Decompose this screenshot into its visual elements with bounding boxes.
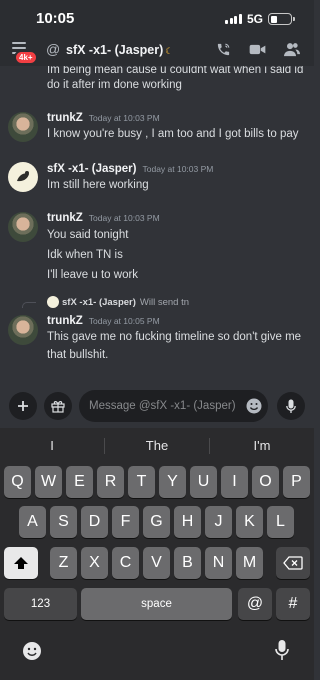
message-header: sfX -x1- (Jasper) Today at 10:03 PM xyxy=(47,163,213,175)
key-o[interactable]: O xyxy=(252,466,279,498)
reply-connector xyxy=(22,302,36,308)
message-timestamp: Today at 10:03 PM xyxy=(88,113,160,123)
at-icon: @ xyxy=(46,41,61,57)
backspace-icon xyxy=(283,556,303,570)
key-c[interactable]: C xyxy=(112,547,139,579)
key-t[interactable]: T xyxy=(128,466,155,498)
key-q[interactable]: Q xyxy=(4,466,31,498)
notification-badge: 4k+ xyxy=(14,50,38,65)
voice-call-icon[interactable] xyxy=(216,42,231,57)
numbers-key[interactable]: 123 xyxy=(4,588,77,620)
avatar[interactable] xyxy=(8,112,38,142)
gift-button[interactable] xyxy=(44,392,72,420)
message-text: Im still here working xyxy=(47,179,149,191)
space-key[interactable]: space xyxy=(81,588,232,620)
avatar[interactable] xyxy=(8,212,38,242)
predictive-suggestions: I The I'm xyxy=(0,434,314,458)
key-h[interactable]: H xyxy=(174,506,201,538)
network-type: 5G xyxy=(246,12,263,26)
key-u[interactable]: U xyxy=(190,466,217,498)
suggestion[interactable]: I'm xyxy=(210,434,314,458)
avatar[interactable] xyxy=(8,315,38,345)
message-author[interactable]: trunkZ xyxy=(47,212,83,224)
emoji-keyboard-icon[interactable] xyxy=(22,641,42,661)
key-w[interactable]: W xyxy=(35,466,62,498)
message-text: I know you're busy , I am too and I got … xyxy=(47,128,299,140)
member-list-icon[interactable] xyxy=(284,42,300,57)
message-list[interactable]: Im being mean cause u couldnt wait when … xyxy=(0,66,314,384)
add-attachment-button[interactable] xyxy=(9,392,37,420)
hash-key[interactable]: # xyxy=(276,588,310,620)
message-text: You said tonight xyxy=(47,229,129,241)
message-timestamp: Today at 10:03 PM xyxy=(88,213,160,223)
key-e[interactable]: E xyxy=(66,466,93,498)
key-n[interactable]: N xyxy=(205,547,232,579)
reply-avatar xyxy=(47,296,59,308)
shift-icon xyxy=(14,557,28,569)
reply-text: Will send tn xyxy=(139,297,190,308)
status-time: 10:05 xyxy=(36,10,75,27)
key-g[interactable]: G xyxy=(143,506,170,538)
key-p[interactable]: P xyxy=(283,466,310,498)
suggestion[interactable]: I xyxy=(0,434,104,458)
suggestion[interactable]: The xyxy=(105,434,209,458)
microphone-icon xyxy=(286,399,296,413)
gift-icon xyxy=(51,400,65,413)
status-indicators: 5G xyxy=(225,12,295,26)
key-j[interactable]: J xyxy=(205,506,232,538)
message-text: that bullshit. xyxy=(47,349,109,361)
header-actions xyxy=(216,42,300,57)
message-input[interactable] xyxy=(79,390,268,422)
composer-bar xyxy=(0,384,314,428)
message-header: trunkZ Today at 10:05 PM xyxy=(47,315,160,327)
voice-message-button[interactable] xyxy=(277,392,305,420)
emoji-icon[interactable] xyxy=(246,398,262,414)
video-call-icon[interactable] xyxy=(249,42,266,57)
dictation-microphone-icon[interactable] xyxy=(275,639,289,661)
message-text: This gave me no fucking timeline so don'… xyxy=(47,331,302,343)
message-header: trunkZ Today at 10:03 PM xyxy=(47,212,160,224)
on-screen-keyboard: I The I'm Q W E R T Y U I O P A S D F G … xyxy=(0,428,314,680)
key-f[interactable]: F xyxy=(112,506,139,538)
key-d[interactable]: D xyxy=(81,506,108,538)
message-text: Im being mean cause u couldnt wait when … xyxy=(47,66,304,76)
message-text: I'll leave u to work xyxy=(47,269,139,281)
backspace-key[interactable] xyxy=(276,547,310,579)
message-text: do it after im done working xyxy=(47,79,182,91)
message-timestamp: Today at 10:05 PM xyxy=(88,316,160,326)
key-l[interactable]: L xyxy=(267,506,294,538)
key-s[interactable]: S xyxy=(50,506,77,538)
message-author[interactable]: sfX -x1- (Jasper) xyxy=(47,163,136,175)
channel-title[interactable]: sfX -x1- (Jasper) ☾ xyxy=(66,43,173,57)
message-text: Idk when TN is xyxy=(47,249,123,261)
reply-preview[interactable]: sfX -x1- (Jasper) Will send tn xyxy=(62,297,189,308)
key-x[interactable]: X xyxy=(81,547,108,579)
key-k[interactable]: K xyxy=(236,506,263,538)
key-r[interactable]: R xyxy=(97,466,124,498)
at-key[interactable]: @ xyxy=(238,588,272,620)
message-timestamp: Today at 10:03 PM xyxy=(142,164,214,174)
key-m[interactable]: M xyxy=(236,547,263,579)
battery-icon xyxy=(268,13,295,25)
key-b[interactable]: B xyxy=(174,547,201,579)
message-author[interactable]: trunkZ xyxy=(47,112,83,124)
key-i[interactable]: I xyxy=(221,466,248,498)
shift-key[interactable] xyxy=(4,547,38,579)
status-bar: 10:05 5G xyxy=(0,0,314,34)
idle-moon-icon: ☾ xyxy=(165,46,174,56)
channel-header: 4k+ @ sfX -x1- (Jasper) ☾ xyxy=(0,34,314,66)
message-header: trunkZ Today at 10:03 PM xyxy=(47,112,160,124)
plus-icon xyxy=(18,401,28,411)
avatar[interactable] xyxy=(8,162,38,192)
cellular-signal-icon xyxy=(225,14,242,24)
key-v[interactable]: V xyxy=(143,547,170,579)
key-y[interactable]: Y xyxy=(159,466,186,498)
key-a[interactable]: A xyxy=(19,506,46,538)
key-z[interactable]: Z xyxy=(50,547,77,579)
reply-author: sfX -x1- (Jasper) xyxy=(62,297,136,308)
channel-name: sfX -x1- (Jasper) xyxy=(66,43,164,57)
message-author[interactable]: trunkZ xyxy=(47,315,83,327)
